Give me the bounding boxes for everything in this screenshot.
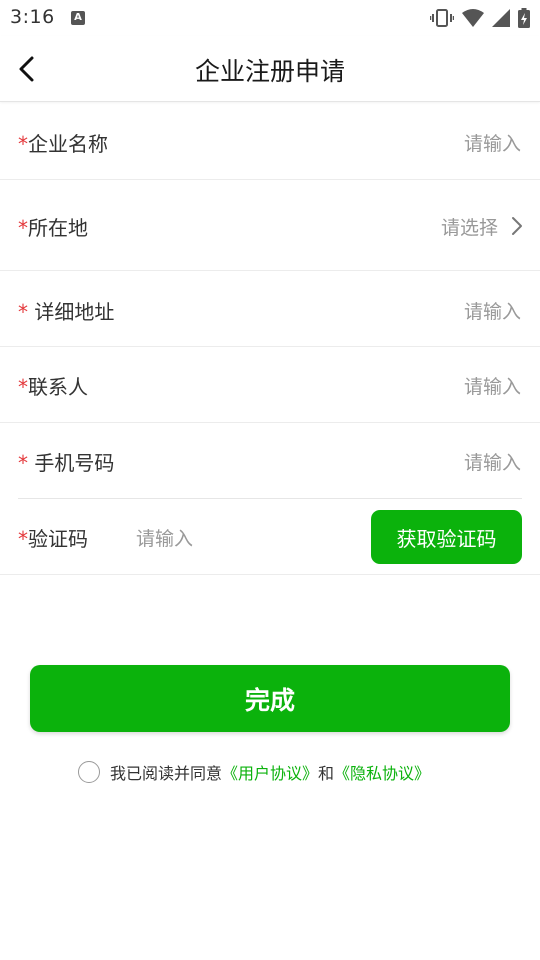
battery-charging-icon: [518, 8, 530, 28]
location-select[interactable]: 请选择: [441, 213, 498, 240]
verification-code-label: *验证码: [18, 523, 88, 552]
wifi-icon: [462, 9, 484, 27]
required-star: *: [18, 527, 28, 551]
agreement-line: 我已阅读并同意 《用户协议》 和 《隐私协议》: [78, 760, 430, 784]
address-label-text: 详细地址: [28, 300, 115, 324]
company-name-label-text: 企业名称: [28, 132, 108, 156]
submit-button[interactable]: 完成: [30, 665, 510, 732]
required-star: *: [18, 451, 28, 475]
status-bar: 3:16 A: [0, 0, 540, 36]
verification-code-label-text: 验证码: [28, 527, 88, 551]
get-code-button[interactable]: 获取验证码: [371, 510, 522, 564]
phone-input[interactable]: 请输入: [464, 448, 521, 475]
contact-label-text: 联系人: [28, 375, 88, 399]
verification-code-row: *验证码 请输入 获取验证码: [0, 499, 540, 575]
signal-icon: [492, 9, 510, 27]
verification-code-input[interactable]: 请输入: [136, 524, 193, 551]
status-icons: [430, 8, 530, 28]
vibrate-icon: [430, 9, 454, 27]
company-name-input[interactable]: 请输入: [464, 129, 521, 156]
phone-row[interactable]: * 手机号码 请输入: [0, 423, 540, 499]
agreement-prefix: 我已阅读并同意: [110, 764, 223, 783]
company-name-row[interactable]: *企业名称 请输入: [0, 103, 540, 180]
user-agreement-link[interactable]: 《用户协议》: [222, 760, 318, 784]
app-header: 企业注册申请: [0, 36, 540, 102]
privacy-agreement-link[interactable]: 《隐私协议》: [334, 760, 430, 784]
location-row[interactable]: *所在地 请选择: [0, 180, 540, 271]
company-name-label: *企业名称: [18, 128, 108, 157]
phone-label-text: 手机号码: [28, 451, 115, 475]
contact-label: *联系人: [18, 371, 88, 400]
location-label: *所在地: [18, 212, 88, 241]
required-star: *: [18, 300, 28, 324]
address-label: * 详细地址: [18, 296, 114, 325]
page-title: 企业注册申请: [194, 57, 345, 86]
agreement-conjunction: 和: [318, 764, 335, 783]
contact-input[interactable]: 请输入: [464, 372, 521, 399]
location-label-text: 所在地: [28, 216, 88, 240]
required-star: *: [18, 216, 28, 240]
required-star: *: [18, 132, 28, 156]
agreement-checkbox[interactable]: [78, 761, 100, 783]
contact-row[interactable]: *联系人 请输入: [0, 347, 540, 423]
phone-label: * 手机号码: [18, 447, 114, 476]
required-star: *: [18, 375, 28, 399]
notification-icon: A: [71, 11, 85, 25]
notification-icon-letter: A: [74, 12, 82, 23]
chevron-right-icon: [512, 217, 522, 235]
status-time: 3:16: [10, 6, 55, 28]
address-row[interactable]: * 详细地址 请输入: [0, 271, 540, 347]
address-input[interactable]: 请输入: [464, 297, 521, 324]
